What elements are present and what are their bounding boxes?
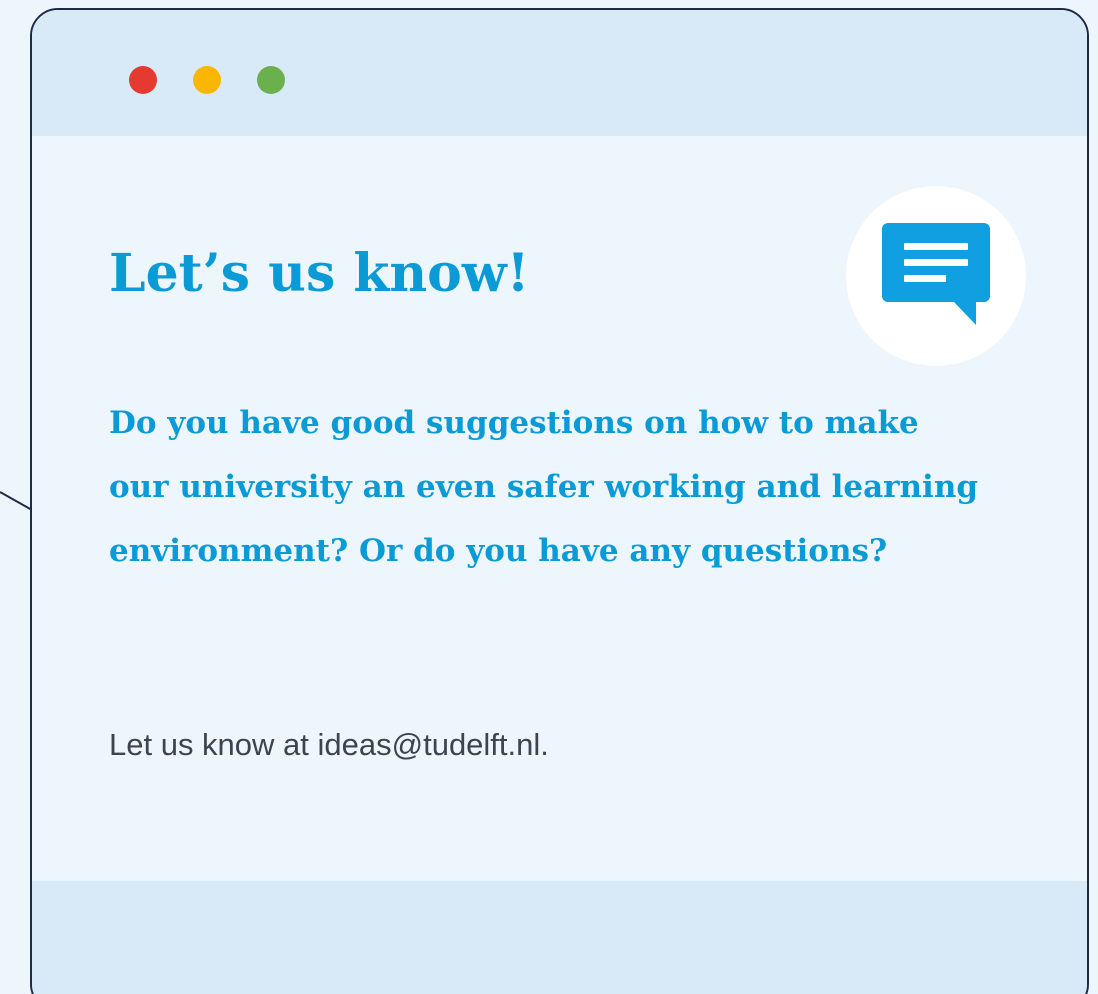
question-text: Do you have good suggestions on how to m…: [109, 405, 979, 569]
card-heading: Let’s us know!: [109, 243, 530, 304]
browser-window: Let’s us know! Do you have good suggesti…: [30, 8, 1089, 994]
minimize-dot-icon[interactable]: [193, 66, 221, 94]
contact-text: Let us know at ideas@tudelft.nl.: [109, 727, 549, 762]
card-content: Let’s us know! Do you have good suggesti…: [32, 136, 1087, 881]
chat-badge: [846, 186, 1026, 366]
window-titlebar: [32, 10, 1087, 136]
maximize-dot-icon[interactable]: [257, 66, 285, 94]
close-dot-icon[interactable]: [129, 66, 157, 94]
chat-bubble-icon: [882, 223, 990, 325]
window-footer: [32, 881, 1087, 994]
